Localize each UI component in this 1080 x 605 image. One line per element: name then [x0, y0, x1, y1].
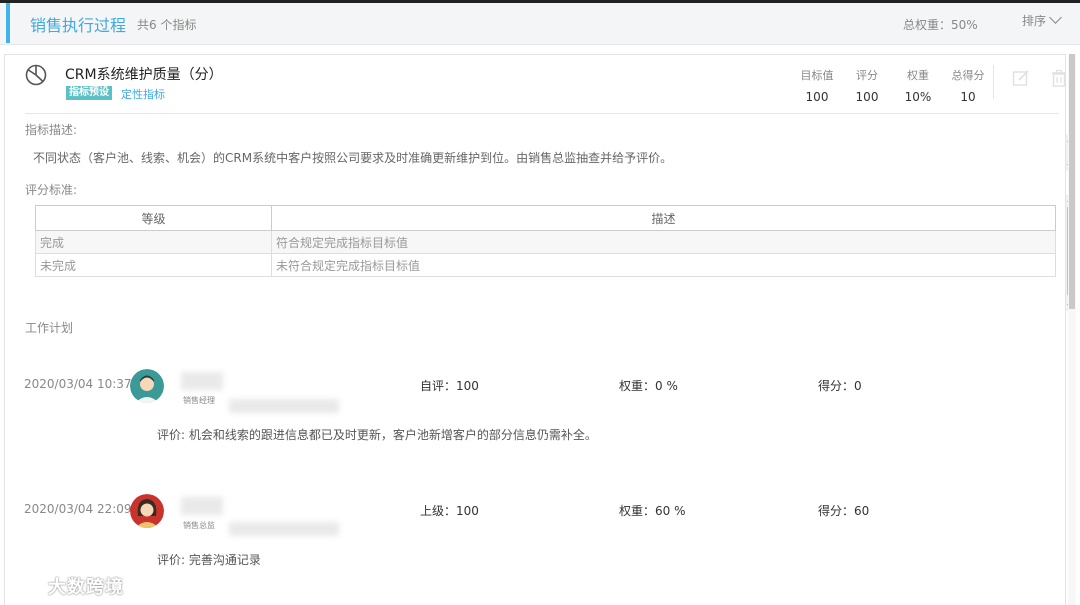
stat-weight-label: 权重 — [907, 69, 929, 82]
blurred-name — [181, 497, 223, 515]
total-weight: 总权重：50% — [903, 18, 978, 32]
log-result: 得分：0 — [818, 379, 862, 393]
table-row: 未完成 未符合规定完成指标目标值 — [35, 253, 1056, 277]
stat-target-value: 100 — [805, 90, 829, 104]
log-comment: 评价: 完善沟通记录 — [157, 553, 261, 567]
log-time: 2020/03/04 22:09 — [24, 502, 132, 516]
stat-score-label: 评分 — [856, 69, 878, 82]
indicator-card: CRM系统维护质量（分） 指标预设 定性指标 目标值 100 评分 100 权重 10… — [4, 54, 1074, 605]
criteria-table: 等级 描述 完成 符合规定完成指标目标值 未完成 未符合规定完成指标目标值 — [35, 205, 1056, 277]
evaluation-log-item: 2020/03/04 10:37 销售经理 自评：100 权重：0 % 得分：0… — [5, 369, 1067, 463]
log-score: 上级：100 — [420, 504, 479, 518]
blurred-info — [229, 522, 339, 536]
log-weight: 权重：60 % — [619, 504, 686, 518]
watermark: 大数跨境 — [8, 573, 124, 599]
male-avatar — [130, 369, 164, 403]
log-role: 销售总监 — [183, 521, 215, 530]
stat-weight-value: 10% — [904, 90, 932, 104]
description-text: 不同状态（客户池、线索、机会）的CRM系统中客户按照公司要求及时准确更新维护到位… — [33, 151, 673, 165]
log-role: 销售经理 — [183, 396, 215, 405]
log-weight: 权重：0 % — [619, 379, 678, 393]
preset-badge: 指标预设 — [66, 86, 112, 100]
header-accent-bar — [6, 3, 10, 43]
log-score: 自评：100 — [420, 379, 479, 393]
section-header: 销售执行过程 共6 个指标 总权重：50% 排序 — [0, 3, 1080, 45]
criteria-level: 完成 — [35, 230, 272, 254]
table-row: 完成 符合规定完成指标目标值 — [35, 230, 1056, 254]
stat-score: 评分 100 — [850, 67, 884, 104]
criteria-desc: 未符合规定完成指标目标值 — [271, 253, 1056, 277]
stat-target: 目标值 100 — [797, 67, 837, 104]
female-avatar — [130, 494, 164, 528]
watermark-logo-icon — [10, 579, 48, 597]
log-comment: 评价: 机会和线索的跟进信息都已及时更新，客户池新增客户的部分信息仍需补全。 — [157, 428, 597, 442]
section-title: 销售执行过程 — [30, 16, 127, 35]
trash-icon[interactable] — [1050, 69, 1068, 87]
criteria-desc: 符合规定完成指标目标值 — [271, 230, 1056, 254]
stat-total-value: 10 — [960, 90, 976, 104]
pie-chart-icon — [25, 64, 47, 86]
log-time: 2020/03/04 10:37 — [24, 377, 132, 391]
chevron-down-icon — [1049, 11, 1062, 24]
stat-total: 总得分 10 — [948, 67, 988, 104]
stat-weight: 权重 10% — [901, 67, 935, 104]
log-result: 得分：60 — [818, 504, 870, 518]
blurred-name — [181, 372, 223, 390]
work-plan-label: 工作计划 — [25, 321, 74, 335]
stat-score-value: 100 — [855, 90, 879, 104]
indicator-title: CRM系统维护质量（分） — [65, 67, 223, 83]
criteria-level: 未完成 — [35, 253, 272, 277]
sort-button[interactable]: 排序 — [1022, 11, 1062, 29]
criteria-header-desc: 描述 — [271, 205, 1056, 231]
evaluation-log-item: 2020/03/04 22:09 销售总监 上级：100 权重：60 % 得分：… — [5, 494, 1067, 588]
edit-icon[interactable] — [1012, 69, 1030, 87]
indicator-count: 共6 个指标 — [137, 18, 197, 32]
stat-total-label: 总得分 — [951, 69, 985, 82]
page-scrollbar[interactable] — [1068, 54, 1076, 605]
card-divider — [25, 113, 1059, 114]
page-scrollbar-thumb[interactable] — [1069, 54, 1075, 309]
blurred-info — [229, 399, 339, 413]
criteria-label: 评分标准: — [25, 183, 78, 197]
stats-divider — [993, 65, 994, 99]
description-label: 指标描述: — [25, 123, 78, 137]
watermark-text: 大数跨境 — [48, 577, 124, 598]
sort-label: 排序 — [1022, 14, 1047, 28]
stat-target-label: 目标值 — [800, 69, 834, 82]
criteria-header-level: 等级 — [35, 205, 272, 231]
type-badge: 定性指标 — [121, 88, 165, 101]
